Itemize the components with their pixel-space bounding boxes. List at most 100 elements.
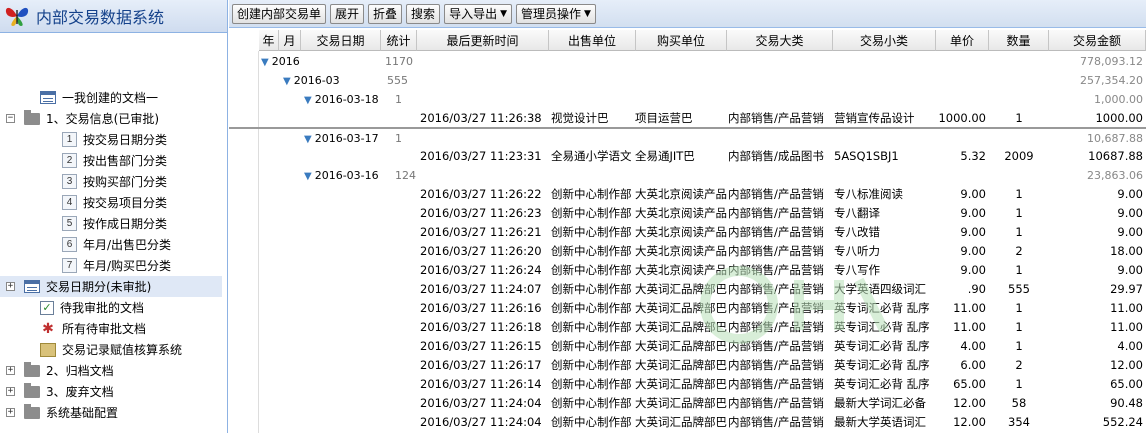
- tree-item-label: 按购买部门分类: [83, 175, 168, 189]
- group-row[interactable]: ▼ 2016 1170 778,093.12: [229, 52, 1146, 71]
- expand-toggle-icon[interactable]: +: [6, 282, 20, 291]
- cell-time: 2016/03/27 11:23:31: [420, 149, 542, 163]
- table-row[interactable]: 2016/03/27 11:26:17 创新中心制作部 大英词汇品牌部巴 内部销售/产…: [229, 356, 1146, 375]
- table-row[interactable]: 2016/03/27 11:26:38 视觉设计巴 项目运营巴 内部销售/产品营销 营销…: [229, 109, 1146, 128]
- column-header[interactable]: 月: [279, 30, 301, 51]
- tree-item[interactable]: 5 按作成日期分类: [0, 213, 222, 234]
- tree-item[interactable]: ✱ 所有待审批文档: [0, 318, 222, 339]
- column-header[interactable]: 购买单位: [636, 30, 727, 51]
- group-toggle-icon[interactable]: ▼: [261, 57, 269, 68]
- group-toggle-icon[interactable]: ▼: [304, 95, 312, 106]
- cell-seller: 创新中心制作部: [551, 377, 632, 391]
- table-row[interactable]: 2016/03/27 11:24:04 创新中心制作部 大英词汇品牌部巴 内部销售/产…: [229, 413, 1146, 432]
- group-label[interactable]: ▼ 2016-03: [283, 71, 340, 90]
- group-sum: 1,000.00: [1094, 93, 1143, 106]
- table-row[interactable]: 2016/03/27 11:26:18 创新中心制作部 大英词汇品牌部巴 内部销售/产…: [229, 318, 1146, 337]
- tree-item[interactable]: + 交易日期分(未审批): [0, 276, 222, 297]
- group-row[interactable]: ▼ 2016-03 555 257,354.20: [229, 71, 1146, 90]
- group-sum: 257,354.20: [1080, 74, 1143, 87]
- cell-buyer: 大英北京阅读产品: [635, 187, 727, 201]
- group-row[interactable]: ▼ 2016-03-17 1 10,687.88: [229, 128, 1146, 147]
- table-row[interactable]: 2016/03/27 11:26:21 创新中心制作部 大英北京阅读产品 内部销售/产…: [229, 223, 1146, 242]
- column-header[interactable]: 出售单位: [549, 30, 636, 51]
- cell-seller: 创新中心制作部: [551, 415, 632, 429]
- cell-time: 2016/03/27 11:26:18: [420, 320, 542, 334]
- import-export-button[interactable]: 导入导出 ▼: [444, 3, 512, 24]
- table-row[interactable]: 2016/03/27 11:26:16 创新中心制作部 大英词汇品牌部巴 内部销售/产…: [229, 299, 1146, 318]
- cell-price: 9.00: [960, 206, 986, 220]
- group-row[interactable]: ▼ 2016-03-16 124 23,863.06: [229, 166, 1146, 185]
- tree-item[interactable]: 一我创建的文档一: [0, 87, 222, 108]
- expand-toggle-icon[interactable]: +: [6, 387, 20, 396]
- tree-item[interactable]: 3 按购买部门分类: [0, 171, 222, 192]
- tree-item[interactable]: 交易记录赋值核算系统: [0, 339, 222, 360]
- tree-item-label: 按出售部门分类: [83, 154, 168, 168]
- group-label[interactable]: ▼ 2016-03-16: [304, 166, 379, 185]
- tree-item[interactable]: 6 年月/出售巴分类: [0, 234, 222, 255]
- table-row[interactable]: 2016/03/27 11:26:14 创新中心制作部 大英词汇品牌部巴 内部销售/产…: [229, 375, 1146, 394]
- cell-seller: 创新中心制作部: [551, 282, 632, 296]
- group-title: 2016-03-17: [314, 132, 379, 145]
- cell-buyer: 全易通JIT巴: [635, 149, 695, 163]
- cell-buyer: 大英词汇品牌部巴: [635, 339, 727, 353]
- table-row[interactable]: 2016/03/27 11:26:20 创新中心制作部 大英北京阅读产品 内部销售/产…: [229, 242, 1146, 261]
- tree-item[interactable]: 4 按交易项目分类: [0, 192, 222, 213]
- cell-cat: 内部销售/产品营销: [728, 415, 824, 429]
- tree-item[interactable]: 7 年月/购买巴分类: [0, 255, 222, 276]
- cell-cat: 内部销售/产品营销: [728, 111, 824, 125]
- cell-price: 12.00: [953, 415, 986, 429]
- group-toggle-icon[interactable]: ▼: [304, 134, 312, 145]
- tree-item[interactable]: − 1、交易信息(已审批): [0, 108, 222, 129]
- column-header[interactable]: 年: [259, 30, 279, 51]
- search-button[interactable]: 搜索: [406, 3, 441, 24]
- group-label[interactable]: ▼ 2016: [261, 52, 300, 71]
- column-header[interactable]: 统计: [381, 30, 417, 51]
- group-title: 2016-03-16: [314, 169, 379, 182]
- column-header[interactable]: 最后更新时间: [417, 30, 549, 51]
- group-toggle-icon[interactable]: ▼: [283, 76, 291, 87]
- collapse-toggle-icon[interactable]: −: [6, 114, 20, 123]
- column-header[interactable]: 数量: [989, 30, 1049, 51]
- column-header[interactable]: 交易金额: [1049, 30, 1146, 51]
- table-row[interactable]: 2016/03/27 11:23:31 全易通小学语文 全易通JIT巴 内部销售/成品…: [229, 147, 1146, 166]
- tree-item[interactable]: 1 按交易日期分类: [0, 129, 222, 150]
- table-row[interactable]: 2016/03/27 11:24:07 创新中心制作部 大英词汇品牌部巴 内部销售/产…: [229, 280, 1146, 299]
- table-row[interactable]: 2016/03/27 11:24:04 创新中心制作部 大英词汇品牌部巴 内部销售/产…: [229, 394, 1146, 413]
- column-header[interactable]: 交易大类: [727, 30, 833, 51]
- admin-actions-button[interactable]: 管理员操作 ▼: [516, 3, 596, 24]
- tree-item[interactable]: +3、废弃文档: [0, 381, 222, 402]
- cell-time: 2016/03/27 11:26:16: [420, 301, 542, 315]
- group-sum: 778,093.12: [1080, 55, 1143, 68]
- number-icon: 6: [62, 237, 77, 252]
- cell-buyer: 大英词汇品牌部巴: [635, 282, 727, 296]
- cell-time: 2016/03/27 11:24:07: [420, 282, 542, 296]
- tree-item[interactable]: 2 按出售部门分类: [0, 150, 222, 171]
- tree-item[interactable]: ✓ 待我审批的文档: [0, 297, 222, 318]
- group-label[interactable]: ▼ 2016-03-18: [304, 90, 379, 109]
- group-row[interactable]: ▼ 2016-03-18 1 1,000.00: [229, 90, 1146, 109]
- number-icon: 5: [62, 216, 77, 231]
- cell-amount: 4.00: [1117, 339, 1143, 353]
- create-trade-button[interactable]: 创建内部交易单: [232, 3, 327, 24]
- group-toggle-icon[interactable]: ▼: [304, 171, 312, 182]
- column-header[interactable]: 单价: [936, 30, 989, 51]
- collapse-button[interactable]: 折叠: [368, 3, 403, 24]
- table-row[interactable]: 2016/03/27 11:26:15 创新中心制作部 大英词汇品牌部巴 内部销售/产…: [229, 337, 1146, 356]
- expand-toggle-icon[interactable]: +: [6, 408, 20, 417]
- admin-actions-label: 管理员操作: [521, 7, 582, 21]
- table-row[interactable]: 2016/03/27 11:26:22 创新中心制作部 大英北京阅读产品 内部销售/产…: [229, 185, 1146, 204]
- cell-qty: 1: [1015, 263, 1023, 277]
- cell-sub: 专八写作: [834, 263, 880, 277]
- expand-toggle-icon[interactable]: +: [6, 366, 20, 375]
- table-row[interactable]: 2016/03/27 11:26:24 创新中心制作部 大英北京阅读产品 内部销售/产…: [229, 261, 1146, 280]
- column-header[interactable]: 交易日期: [301, 30, 381, 51]
- expand-button[interactable]: 展开: [330, 3, 365, 24]
- tree-item[interactable]: +2、归档文档: [0, 360, 222, 381]
- group-label[interactable]: ▼ 2016-03-17: [304, 129, 379, 148]
- cell-qty: 1: [1015, 320, 1023, 334]
- cell-buyer: 大英词汇品牌部巴: [635, 301, 727, 315]
- tree-item-label: 交易记录赋值核算系统: [62, 343, 183, 357]
- column-header[interactable]: 交易小类: [833, 30, 936, 51]
- table-row[interactable]: 2016/03/27 11:26:23 创新中心制作部 大英北京阅读产品 内部销售/产…: [229, 204, 1146, 223]
- tree-item[interactable]: + 系统基础配置: [0, 402, 222, 423]
